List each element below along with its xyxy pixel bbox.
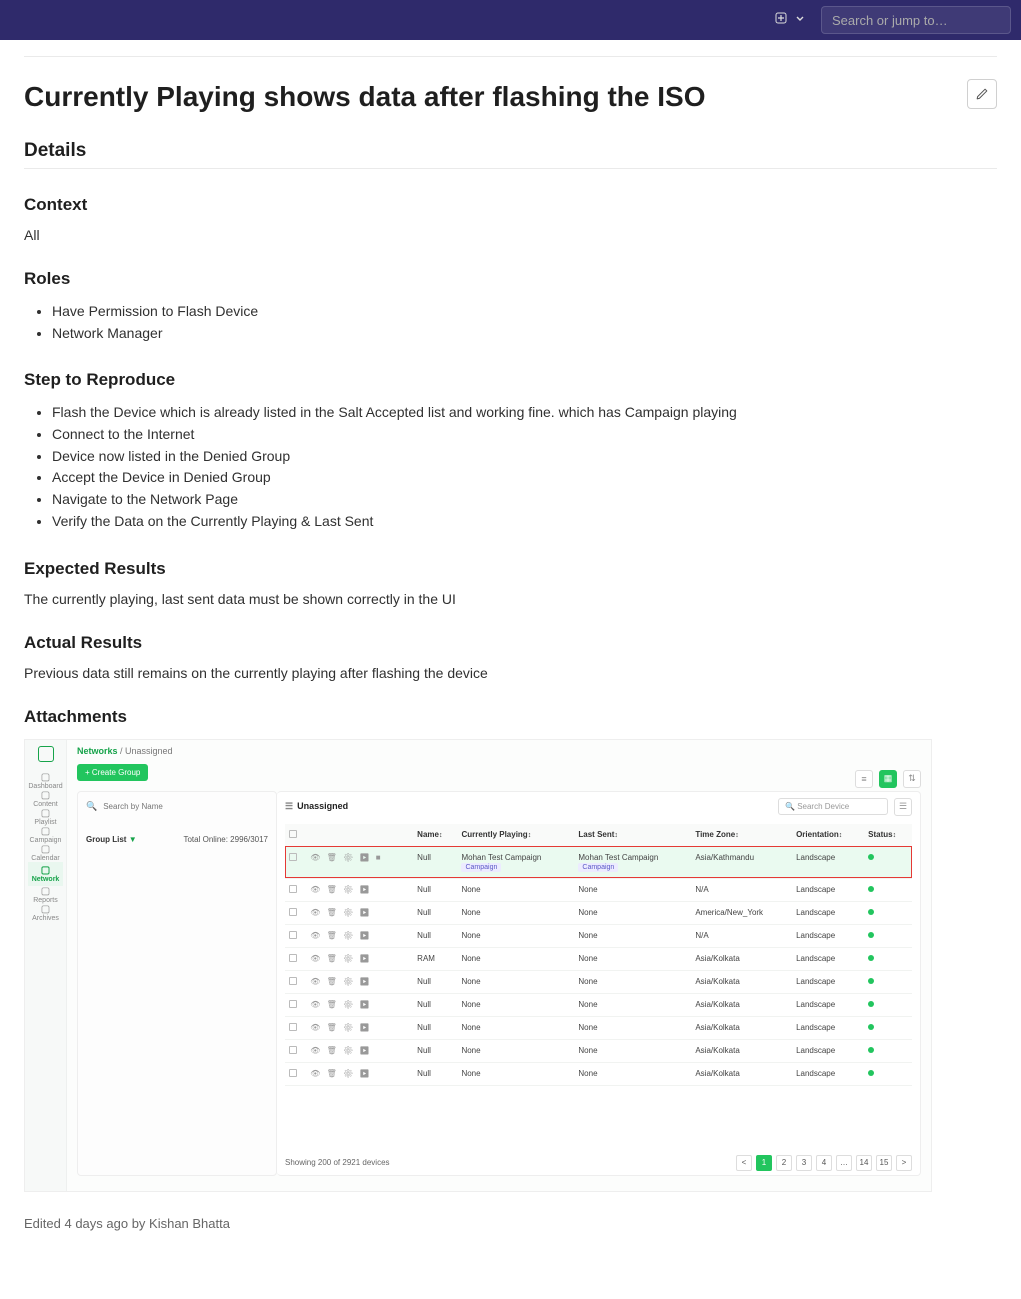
device-table: Name↕Currently Playing↕Last Sent↕Time Zo… [285, 824, 912, 1086]
details-heading: Details [24, 140, 997, 169]
att-group-panel: 🔍 Group List ▼ Total Online: 2996/3017 [77, 791, 277, 1176]
context-value: All [24, 227, 997, 243]
issue-content: Currently Playing shows data after flash… [0, 40, 1021, 1255]
page-button: 3 [796, 1155, 812, 1171]
att-device-panel: ☰Unassigned 🔍 Search Device ☰ Name↕Curre… [277, 791, 921, 1176]
pencil-icon [975, 87, 989, 101]
table-row: 👁 🗑 ⚙ ▶NullNoneNoneAsia/KolkataLandscape [285, 1039, 912, 1062]
expected-heading: Expected Results [24, 559, 997, 579]
device-search-input: 🔍 Search Device [778, 798, 888, 815]
table-row: 👁 🗑 ⚙ ▶NullNoneNoneAsia/KolkataLandscape [285, 1016, 912, 1039]
roles-list: Have Permission to Flash DeviceNetwork M… [24, 301, 997, 344]
list-toggle-icon: ☰ [894, 798, 912, 816]
att-logo-icon [38, 746, 54, 762]
expected-text: The currently playing, last sent data mu… [24, 591, 997, 607]
page-button: 15 [876, 1155, 892, 1171]
table-header [306, 824, 413, 847]
table-header [285, 824, 306, 847]
context-heading: Context [24, 195, 997, 215]
edited-line: Edited 4 days ago by Kishan Bhatta [24, 1216, 997, 1231]
att-nav-item: ▢Reports [28, 886, 62, 904]
pager: <1234…1415> [736, 1155, 912, 1171]
att-nav-item: ▢Content [28, 790, 62, 808]
att-nav-item: ▢Playlist [28, 808, 62, 826]
list-item: Have Permission to Flash Device [52, 301, 997, 323]
issue-title: Currently Playing shows data after flash… [24, 79, 705, 114]
unassigned-label: Unassigned [297, 801, 348, 811]
grid-view-icon: ▦ [879, 770, 897, 788]
group-search-input [101, 798, 268, 815]
group-list-label: Group List [86, 835, 126, 844]
topbar-actions [775, 11, 805, 29]
roles-heading: Roles [24, 269, 997, 289]
breadcrumb-root: Networks [77, 746, 118, 756]
list-item: Verify the Data on the Currently Playing… [52, 511, 997, 533]
page-button: 2 [776, 1155, 792, 1171]
table-row: 👁 🗑 ⚙ ▶RAMNoneNoneAsia/KolkataLandscape [285, 947, 912, 970]
att-nav-item: ▢Archives [28, 904, 62, 922]
table-header: Currently Playing↕ [457, 824, 574, 847]
att-sidebar: ▢Dashboard▢Content▢Playlist▢Campaign▢Cal… [25, 740, 67, 1191]
showing-count: Showing 200 of 2921 devices [285, 1158, 390, 1167]
table-header: Last Sent↕ [574, 824, 691, 847]
att-view-toggle: ≡ ▦ ⇅ [855, 770, 921, 788]
list-item: Navigate to the Network Page [52, 489, 997, 511]
table-row: 👁 🗑 ⚙ ▶ ■NullMohan Test CampaignCampaign… [285, 846, 912, 878]
topbar [0, 0, 1021, 40]
table-header: Name↕ [413, 824, 457, 847]
att-nav-item: ▢Network [28, 862, 62, 886]
att-breadcrumb: Networks / Unassigned [77, 746, 921, 756]
attachments-heading: Attachments [24, 707, 997, 727]
chevron-down-icon[interactable] [795, 11, 805, 29]
search-input[interactable] [821, 6, 1011, 34]
total-online-label: Total Online: 2996/3017 [183, 835, 268, 844]
list-item: Accept the Device in Denied Group [52, 467, 997, 489]
steps-heading: Step to Reproduce [24, 370, 997, 390]
table-row: 👁 🗑 ⚙ ▶NullNoneNoneAsia/KolkataLandscape [285, 970, 912, 993]
att-nav-item: ▢Calendar [28, 844, 62, 862]
table-row: 👁 🗑 ⚙ ▶NullNoneNoneAsia/KolkataLandscape [285, 993, 912, 1016]
actual-text: Previous data still remains on the curre… [24, 665, 997, 681]
steps-list: Flash the Device which is already listed… [24, 402, 997, 532]
breadcrumb-leaf: Unassigned [125, 746, 173, 756]
page-button: > [896, 1155, 912, 1171]
list-item: Device now listed in the Denied Group [52, 446, 997, 468]
plus-icon[interactable] [775, 11, 787, 29]
table-row: 👁 🗑 ⚙ ▶NullNoneNoneAsia/KolkataLandscape [285, 1062, 912, 1085]
edit-button[interactable] [967, 79, 997, 109]
sort-icon: ▼ [129, 835, 137, 844]
page-button: … [836, 1155, 852, 1171]
list-item: Connect to the Internet [52, 424, 997, 446]
table-row: 👁 🗑 ⚙ ▶NullNoneNoneAmerica/New_YorkLands… [285, 901, 912, 924]
create-group-button: + Create Group [77, 764, 148, 781]
page-button: 14 [856, 1155, 872, 1171]
list-item: Network Manager [52, 323, 997, 345]
table-header: Status↕ [864, 824, 912, 847]
actual-heading: Actual Results [24, 633, 997, 653]
table-header: Time Zone↕ [691, 824, 792, 847]
page-button: < [736, 1155, 752, 1171]
table-header: Orientation↕ [792, 824, 864, 847]
att-nav-item: ▢Campaign [28, 826, 62, 844]
attachment-screenshot[interactable]: ▢Dashboard▢Content▢Playlist▢Campaign▢Cal… [24, 739, 932, 1192]
att-nav-item: ▢Dashboard [28, 772, 62, 790]
breadcrumb-sep: / [118, 746, 126, 756]
list-item: Flash the Device which is already listed… [52, 402, 997, 424]
page-button: 1 [756, 1155, 772, 1171]
page-button: 4 [816, 1155, 832, 1171]
table-row: 👁 🗑 ⚙ ▶NullNoneNoneN/ALandscape [285, 878, 912, 901]
filter-icon: ⇅ [903, 770, 921, 788]
list-view-icon: ≡ [855, 770, 873, 788]
table-row: 👁 🗑 ⚙ ▶NullNoneNoneN/ALandscape [285, 924, 912, 947]
att-main: Networks / Unassigned + Create Group ≡ ▦… [67, 740, 931, 1191]
